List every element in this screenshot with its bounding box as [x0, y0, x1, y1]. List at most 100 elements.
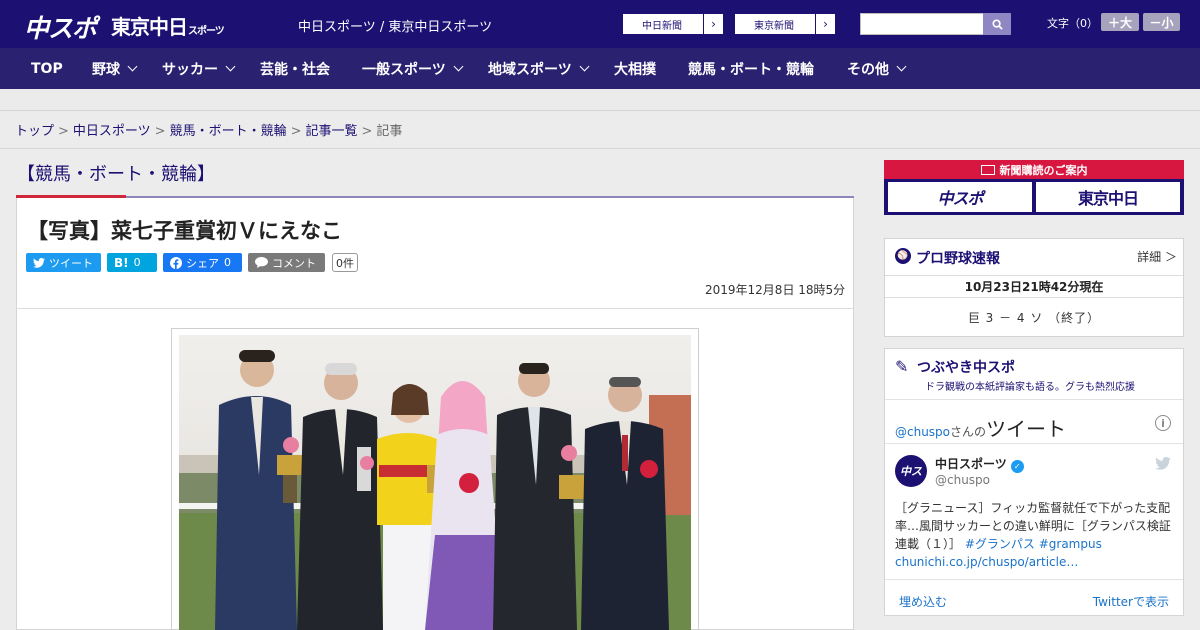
tokyo-chunichi-logo-small: スポーツ — [188, 26, 225, 37]
nav-item-label: 一般スポーツ — [362, 61, 446, 78]
nav-item-label: その他 — [847, 61, 889, 78]
nav-item-label: TOP — [31, 60, 63, 77]
chevron-down-icon — [127, 61, 138, 72]
subscription-title: 新聞購読のご案内 — [999, 163, 1088, 177]
font-size-down-button[interactable]: －小 — [1143, 13, 1180, 31]
article-date: 2019年12月8日 18時5分 — [705, 283, 846, 297]
comment-count-badge: 0件 — [332, 253, 358, 272]
tweet-hashtags[interactable]: #グランパス #grampus — [965, 537, 1102, 551]
hatena-icon: B! — [114, 255, 129, 270]
divider — [885, 399, 1183, 400]
twitter-timeline-header: @chuspoさんのツイート — [895, 413, 1066, 442]
site-name[interactable]: 中日スポーツ / 東京中日スポーツ — [298, 16, 492, 35]
divider — [0, 148, 1200, 149]
speech-bubble-icon — [255, 257, 268, 268]
search-icon — [991, 18, 1003, 30]
baseball-score-widget: ⚾ プロ野球速報 詳細 ＞ 10月23日21時42分現在 巨 3 － 4 ソ （… — [884, 238, 1184, 337]
partner-label: 東京新聞 — [754, 20, 794, 32]
chunichi-shimbun-link[interactable]: 中日新聞 › — [622, 13, 724, 35]
embed-link[interactable]: 埋め込む — [899, 593, 947, 610]
baseball-score[interactable]: 巨 3 － 4 ソ （終了） — [885, 299, 1183, 335]
article-title: 【写真】菜七子重賞初Ｖにえなこ — [27, 219, 342, 243]
font-size-up-button[interactable]: ＋大 — [1101, 13, 1139, 31]
nav-item-soccer[interactable]: サッカー — [162, 48, 236, 89]
chuspo-logo[interactable]: 中スポ — [24, 9, 97, 45]
breadcrumb-top[interactable]: トップ — [15, 124, 54, 139]
baseball-widget-title: プロ野球速報 — [916, 251, 1000, 267]
chevron-right-icon: › — [703, 14, 723, 34]
hatena-bookmark-button[interactable]: B! 0 — [107, 253, 157, 272]
baseball-icon: ⚾ — [895, 248, 911, 264]
chevron-right-icon: › — [815, 14, 835, 34]
nav-item-entertainment[interactable]: 芸能・社会 — [260, 48, 330, 89]
tokyo-shimbun-link[interactable]: 東京新聞 › — [734, 13, 836, 35]
subscription-chuspo-logo[interactable]: 中スポ — [888, 182, 1032, 212]
tweet-link[interactable]: chunichi.co.jp/chuspo/article… — [895, 555, 1078, 569]
subscription-tokyo-logo[interactable]: 東京中日 — [1036, 182, 1180, 212]
twitter-handle-link[interactable]: @chuspo — [895, 425, 950, 439]
subscription-banner[interactable]: 新聞購読のご案内 中スポ 東京中日 — [884, 160, 1184, 215]
tokyo-chunichi-logo-text: 東京中日 — [111, 15, 188, 39]
tweet-author-name: 中日スポーツ — [935, 457, 1007, 471]
search-input[interactable] — [860, 13, 984, 35]
nav-item-top[interactable]: TOP — [31, 48, 63, 89]
baseball-detail-link[interactable]: 詳細 ＞ — [1137, 248, 1177, 265]
twitter-bird-icon[interactable] — [1155, 457, 1171, 470]
breadcrumb-separator: > — [361, 124, 373, 139]
nav-item-label: 競馬・ボート・競輪 — [688, 61, 814, 78]
facebook-icon — [170, 256, 182, 269]
breadcrumb-current: 記事 — [376, 124, 403, 139]
twitter-timeline-heading: ツイート — [986, 417, 1067, 441]
top-header: 中スポ 東京中日スポーツ 中日スポーツ / 東京中日スポーツ 中日新聞 › 東京… — [0, 0, 1200, 48]
twitter-widget-title: つぶやき中スポ — [917, 360, 1015, 376]
search-button[interactable] — [983, 13, 1011, 35]
breadcrumb-racing[interactable]: 競馬・ボート・競輪 — [170, 124, 287, 139]
breadcrumb-article-list[interactable]: 記事一覧 — [306, 124, 358, 139]
nav-item-racing[interactable]: 競馬・ボート・競輪 — [688, 48, 814, 89]
breadcrumb: トップ > 中日スポーツ > 競馬・ボート・競輪 > 記事一覧 > 記事 — [15, 120, 402, 139]
chevron-down-icon — [225, 61, 236, 72]
chevron-down-icon — [579, 61, 590, 72]
view-on-twitter-link[interactable]: Twitterで表示 — [1093, 593, 1169, 610]
tweet-author[interactable]: 中日スポーツ ✓ — [935, 455, 1024, 473]
tweet-author-handle[interactable]: @chuspo — [935, 473, 990, 487]
twitter-handle-suffix: さんの — [950, 425, 987, 439]
nav-item-label: 地域スポーツ — [488, 61, 572, 78]
hatena-count: 0 — [133, 256, 141, 269]
nav-item-label: 野球 — [92, 61, 120, 78]
ad-strip — [0, 89, 1200, 111]
nav-item-baseball[interactable]: 野球 — [92, 48, 138, 89]
verified-icon: ✓ — [1010, 460, 1024, 473]
nav-item-other[interactable]: その他 — [847, 48, 907, 89]
tokyo-chunichi-logo[interactable]: 東京中日スポーツ — [111, 11, 225, 40]
partner-label: 中日新聞 — [642, 20, 682, 32]
divider — [885, 579, 1183, 580]
chevron-down-icon — [896, 61, 907, 72]
breadcrumb-separator: > — [154, 124, 166, 139]
tweet-body: ［グラニュース］フィッカ監督就任で下がった支配率…風間サッカーとの違い鮮明に［グ… — [895, 499, 1177, 571]
article-photo[interactable] — [179, 335, 691, 630]
pen-icon: ✎ — [895, 357, 909, 376]
comment-button[interactable]: コメント — [248, 253, 325, 272]
breadcrumb-chunichi-sports[interactable]: 中日スポーツ — [73, 124, 151, 139]
font-size-label: 文字（0） — [1047, 17, 1098, 30]
avatar[interactable]: 中ス — [895, 455, 927, 487]
breadcrumb-separator: > — [290, 124, 302, 139]
tweet-label: ツイート — [49, 256, 93, 270]
divider — [885, 443, 1183, 444]
nav-item-sumo[interactable]: 大相撲 — [614, 48, 656, 89]
nav-item-local-sports[interactable]: 地域スポーツ — [488, 48, 590, 89]
chevron-down-icon — [453, 61, 464, 72]
facebook-label: シェア — [186, 256, 219, 270]
baseball-update-time: 10月23日21時42分現在 — [885, 275, 1183, 298]
twitter-widget: ✎ つぶやき中スポ ドラ観戦の本紙評論家も語る。グラも熱烈応援 @chuspoさ… — [884, 348, 1184, 616]
comment-label: コメント — [272, 256, 316, 270]
category-title: 【競馬・ボート・競輪】 — [17, 164, 215, 185]
nav-item-general-sports[interactable]: 一般スポーツ — [362, 48, 464, 89]
tweet-button[interactable]: ツイート — [26, 253, 101, 272]
newspaper-icon — [980, 164, 995, 175]
facebook-share-button[interactable]: シェア 0 — [163, 253, 242, 272]
award-ceremony-photo — [179, 335, 691, 630]
info-icon[interactable]: i — [1155, 415, 1171, 431]
subscription-title-bar: 新聞購読のご案内 — [884, 160, 1184, 179]
